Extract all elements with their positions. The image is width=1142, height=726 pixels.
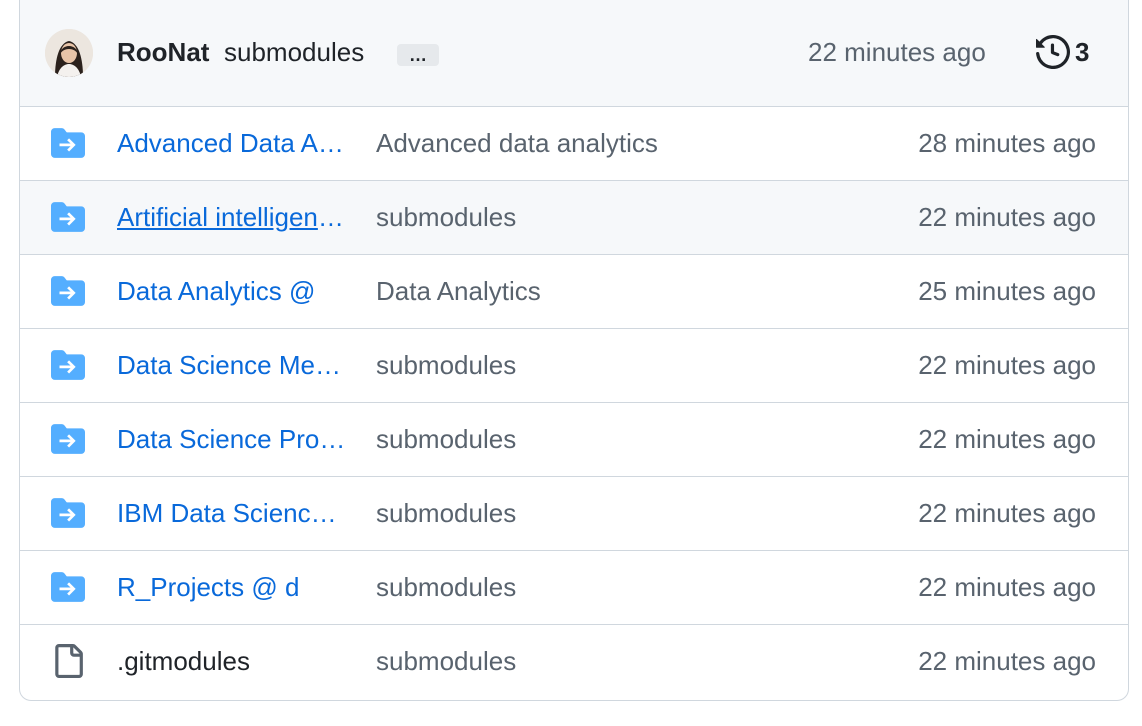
submodule-folder-icon [51,350,85,380]
commit-author[interactable]: RooNat [117,37,209,68]
file-commit-time: 22 minutes ago [918,350,1096,380]
submodule-folder-icon [51,572,85,602]
file-commit-time: 22 minutes ago [918,202,1096,232]
latest-commit-header: RooNat submodules … 22 minutes ago 3 [20,0,1128,107]
file-name-link[interactable]: Artificial intelligence @ [117,202,347,233]
commit-count: 3 [1075,36,1090,67]
file-name-link[interactable]: Data Analytics @ [117,276,347,307]
file-row: Artificial intelligence @ submodules 22 … [20,181,1128,255]
file-commit-message[interactable]: submodules [376,350,816,381]
submodule-folder-icon [51,424,85,454]
file-commit-time: 22 minutes ago [918,498,1096,528]
file-icon [55,644,83,678]
file-commit-time: 22 minutes ago [918,572,1096,602]
commit-time: 22 minutes ago [808,37,986,67]
history-link[interactable]: 3 [1036,34,1089,70]
submodule-folder-icon [51,128,85,158]
submodule-folder-icon [51,498,85,528]
author-avatar[interactable] [45,29,93,77]
file-name-link[interactable]: Data Science Projects @ [117,424,347,455]
expand-commit-button[interactable]: … [397,44,439,66]
file-commit-time: 22 minutes ago [918,646,1096,676]
file-commit-message[interactable]: submodules [376,498,816,529]
file-tree-box: RooNat submodules … 22 minutes ago 3 Adv… [19,0,1129,701]
file-commit-message[interactable]: submodules [376,424,816,455]
submodule-folder-icon [51,202,85,232]
file-commit-message[interactable]: submodules [376,572,816,603]
file-row: IBM Data Science @ submodules 22 minutes… [20,477,1128,551]
file-commit-message[interactable]: Advanced data analytics [376,128,816,159]
file-row: Data Science Methods @ submodules 22 min… [20,329,1128,403]
file-name-link[interactable]: R_Projects @ d [117,572,347,603]
file-commit-time: 28 minutes ago [918,128,1096,158]
file-commit-message[interactable]: Data Analytics [376,276,816,307]
submodule-folder-icon [51,276,85,306]
file-commit-time: 22 minutes ago [918,424,1096,454]
file-name-link[interactable]: .gitmodules [117,646,347,677]
file-row: R_Projects @ d submodules 22 minutes ago [20,551,1128,625]
commit-message[interactable]: submodules [224,37,364,68]
file-commit-time: 25 minutes ago [918,276,1096,306]
file-row: Advanced Data Analytics @ Advanced data … [20,107,1128,181]
file-row: .gitmodules submodules 22 minutes ago [20,625,1128,698]
file-commit-message[interactable]: submodules [376,646,816,677]
file-row: Data Science Projects @ submodules 22 mi… [20,403,1128,477]
file-name-link[interactable]: IBM Data Science @ [117,498,347,529]
file-row: Data Analytics @ Data Analytics 25 minut… [20,255,1128,329]
file-name-link[interactable]: Advanced Data Analytics @ [117,128,347,159]
file-commit-message[interactable]: submodules [376,202,816,233]
file-name-link[interactable]: Data Science Methods @ [117,350,347,381]
history-icon [1036,35,1070,69]
